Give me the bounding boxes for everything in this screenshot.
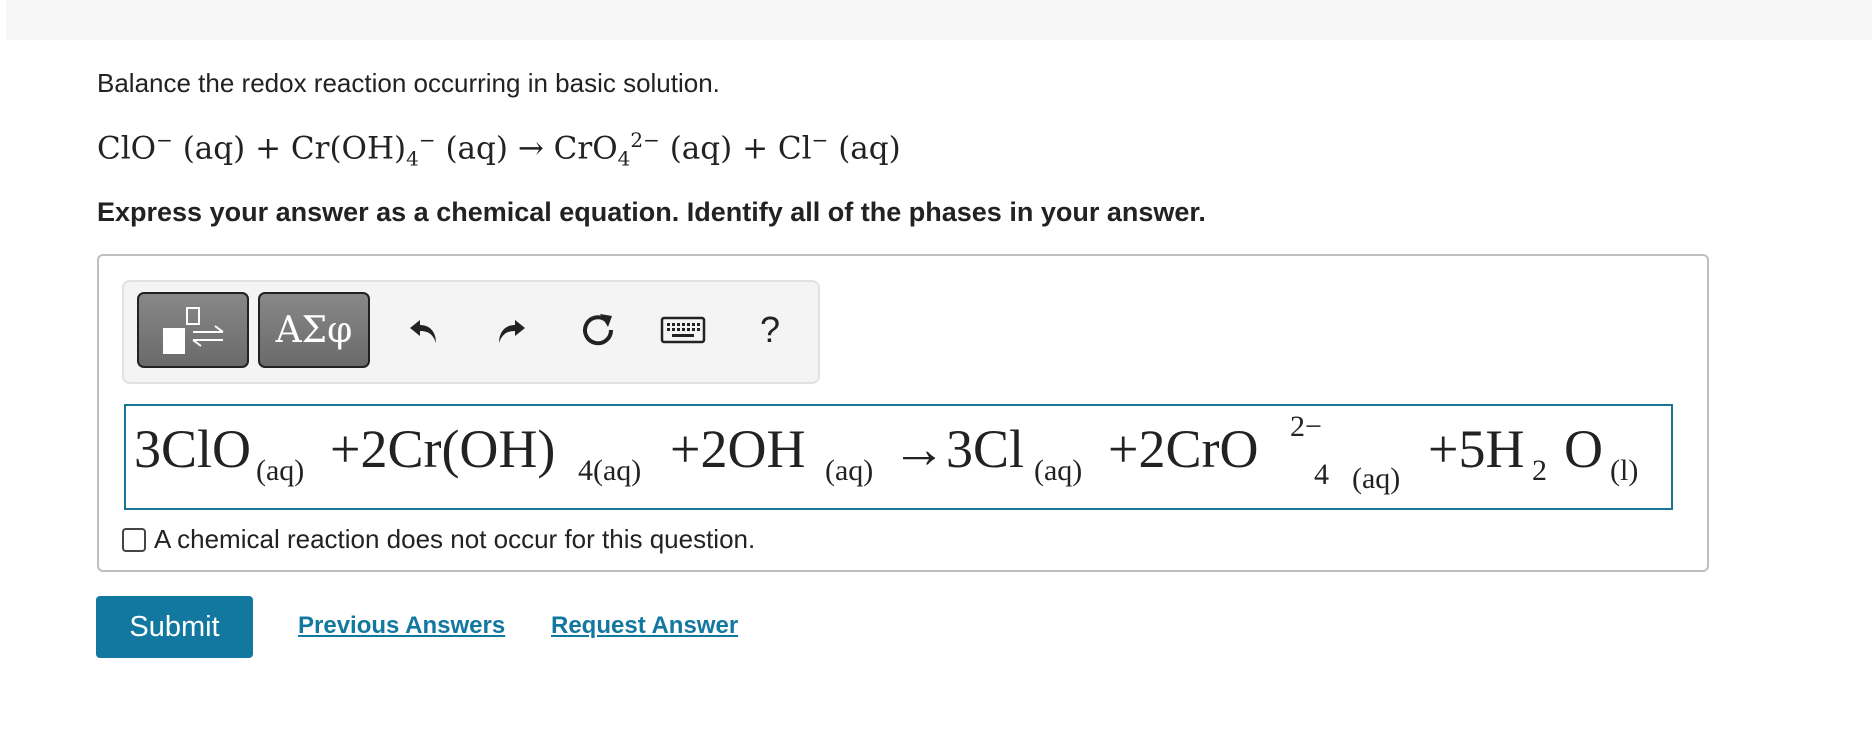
request-answer-link[interactable]: Request Answer: [551, 612, 738, 640]
redo-button[interactable]: [485, 304, 537, 356]
reactant-1: ClO: [97, 130, 157, 167]
answer-term-3-phase: (aq): [825, 454, 874, 487]
answer-term-6-subscript: 2: [1532, 454, 1547, 487]
redo-icon: [499, 320, 525, 343]
reactant-2-charge: −: [418, 128, 436, 152]
help-button[interactable]: ?: [744, 304, 796, 356]
answer-term-1-phase: (aq): [256, 454, 305, 487]
greek-letters-button[interactable]: ΑΣφ: [258, 292, 370, 368]
answer-equation-input[interactable]: 3ClO (aq) +2Cr(OH) 4(aq) +2OH (aq) →3Cl …: [124, 404, 1673, 510]
plus-sign: +: [742, 130, 769, 167]
answer-term-4: →3Cl: [892, 419, 1025, 479]
reactant-1-phase: (aq): [182, 130, 246, 167]
product-1-charge: 2−: [630, 128, 660, 152]
answer-term-5-phase: (aq): [1352, 462, 1401, 495]
no-reaction-label: A chemical reaction does not occur for t…: [154, 524, 756, 554]
keyboard-button[interactable]: [657, 304, 709, 356]
reactant-2-phase: (aq): [445, 130, 508, 167]
reactant-1-charge: −: [156, 128, 173, 152]
answer-term-5: +2CrO: [1108, 419, 1259, 479]
undo-button[interactable]: [398, 304, 450, 356]
product-1: CrO: [553, 130, 618, 167]
reset-button[interactable]: [572, 304, 624, 356]
answer-term-4-phase: (aq): [1034, 454, 1083, 487]
plus-sign: +: [255, 130, 282, 167]
answer-term-6-oxygen: O: [1564, 419, 1603, 479]
product-2-charge: −: [811, 128, 829, 152]
previous-answers-link[interactable]: Previous Answers: [298, 612, 505, 640]
reactant-2: Cr(OH): [290, 130, 407, 167]
templates-button[interactable]: [137, 292, 249, 368]
undo-icon: [410, 320, 436, 343]
answer-term-3: +2OH: [670, 419, 806, 479]
question-prompt: Balance the redox reaction occurring in …: [97, 68, 720, 98]
reactant-2-subscript: 4: [406, 146, 419, 171]
answer-term-6-phase: (l): [1610, 454, 1639, 487]
answer-term-5-charge: 2−: [1290, 410, 1322, 443]
top-bar: [6, 0, 1872, 40]
keyboard-icon: [660, 316, 706, 344]
answer-instruction: Express your answer as a chemical equati…: [97, 197, 1206, 227]
answer-term-5-subscript: 4: [1314, 458, 1329, 491]
answer-term-1: 3ClO: [134, 419, 252, 479]
product-1-subscript: 4: [617, 146, 631, 171]
product-2: Cl: [777, 130, 812, 167]
product-2-phase: (aq): [838, 130, 901, 167]
no-reaction-checkbox-row[interactable]: A chemical reaction does not occur for t…: [122, 524, 755, 555]
unbalanced-reaction: ClO− (aq) + Cr(OH)4− (aq) → CrO42− (aq) …: [97, 128, 901, 171]
no-reaction-checkbox[interactable]: [122, 527, 146, 552]
answer-term-2-subscript: 4(aq): [578, 454, 642, 487]
reset-icon: [583, 314, 614, 346]
answer-term-6: +5H: [1428, 419, 1525, 479]
reaction-arrow: →: [517, 130, 544, 167]
submit-button[interactable]: Submit: [96, 596, 253, 658]
product-1-phase: (aq): [669, 130, 733, 167]
templates-icon: [163, 307, 224, 354]
answer-term-2: +2Cr(OH): [330, 419, 556, 479]
